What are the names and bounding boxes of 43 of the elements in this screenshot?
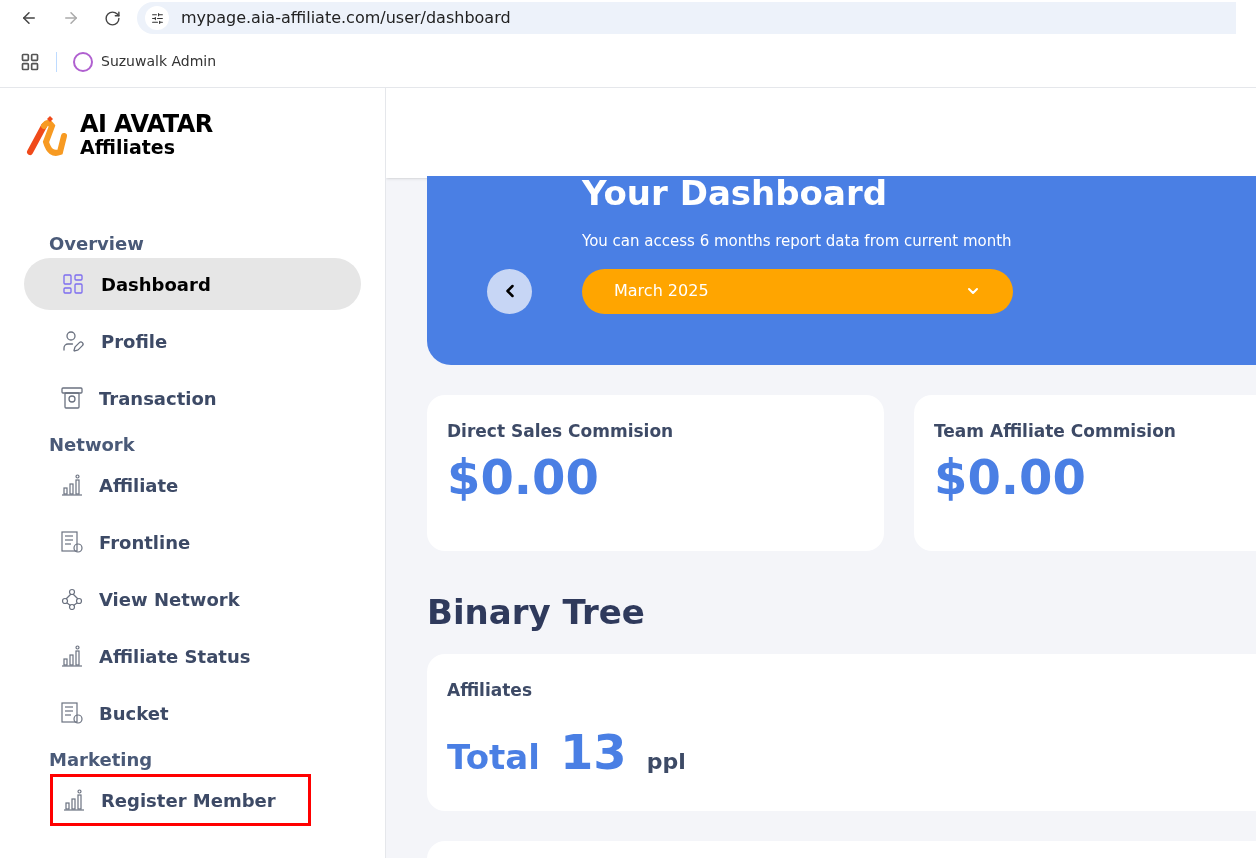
- section-title: Binary Tree: [427, 591, 646, 634]
- back-icon[interactable]: [20, 9, 38, 27]
- url-text: mypage.aia-affiliate.com/user/dashboard: [181, 7, 511, 29]
- reload-icon[interactable]: [104, 9, 121, 27]
- sidebar-item[interactable]: Frontline: [24, 516, 361, 568]
- banner-title: Your Dashboard: [582, 176, 889, 210]
- total-count: 13: [559, 722, 627, 782]
- bookmark-logo-icon: [73, 51, 93, 72]
- network-icon: [61, 588, 83, 610]
- sidebar-section-title: Marketing: [48, 747, 154, 772]
- logo-title: AI AVATAR: [80, 112, 213, 136]
- commission-value: $0.00: [934, 452, 1087, 501]
- sidebar-item[interactable]: View Network: [24, 573, 361, 625]
- total-label: Total: [447, 735, 540, 779]
- sidebar-item[interactable]: Register Member: [50, 774, 311, 826]
- sidebar-item[interactable]: Affiliate Status: [24, 630, 361, 682]
- commission-label: Direct Sales Commision: [447, 420, 675, 443]
- atm-icon: [61, 386, 83, 410]
- bookmark-link[interactable]: Suzuwalk Admin: [73, 51, 217, 72]
- sidebar-item[interactable]: Affiliate: [24, 459, 361, 511]
- apps-icon[interactable]: [20, 51, 40, 72]
- bar-chart-icon: [61, 474, 83, 496]
- list-icon: [61, 531, 83, 553]
- sidebar-item[interactable]: Bucket: [24, 687, 361, 739]
- sidebar-section-title: Overview: [48, 231, 145, 256]
- list-icon: [61, 702, 83, 724]
- user-icon: [61, 329, 85, 353]
- dashboard-icon: [61, 272, 85, 296]
- banner-subtitle: You can access 6 months report data from current month: [582, 231, 1013, 252]
- bar-chart-icon: [61, 645, 83, 667]
- previous-month-button[interactable]: [487, 268, 532, 314]
- sidebar-item[interactable]: Dashboard: [24, 258, 361, 310]
- site-settings-icon[interactable]: [145, 6, 169, 30]
- total-unit: ppl: [646, 747, 686, 776]
- affiliates-label: Affiliates: [447, 679, 534, 702]
- bar-chart-icon: [63, 789, 85, 811]
- address-bar[interactable]: mypage.aia-affiliate.com/user/dashboard: [137, 2, 1236, 34]
- logo-subtitle: Affiliates: [80, 138, 177, 157]
- commission-label: Team Affiliate Commision: [934, 420, 1177, 443]
- sidebar-item[interactable]: Transaction: [24, 372, 361, 424]
- commission-value: $0.00: [447, 452, 600, 501]
- sidebar-section-title: Network: [48, 432, 136, 457]
- sidebar-item[interactable]: Profile: [24, 315, 361, 367]
